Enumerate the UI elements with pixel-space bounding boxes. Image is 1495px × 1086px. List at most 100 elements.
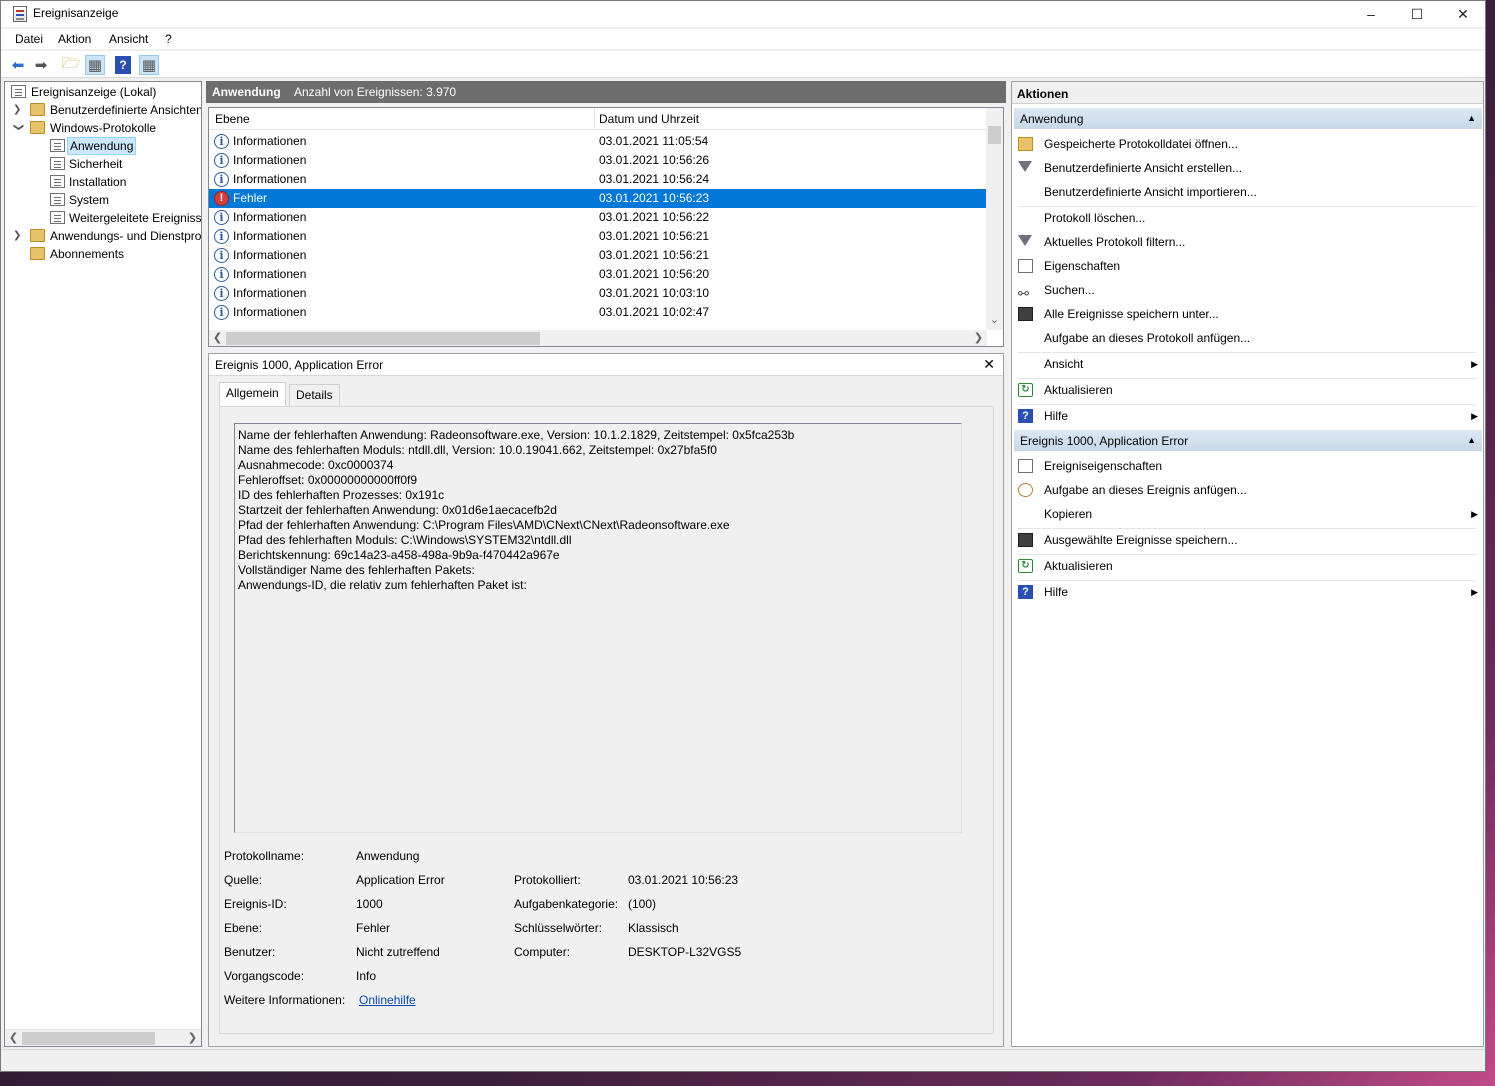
collapse-icon[interactable]: ▲ xyxy=(1467,113,1476,123)
event-row[interactable]: ! Fehler 03.01.2021 10:56:23 xyxy=(209,189,987,208)
refresh-icon: ↻ xyxy=(1018,559,1033,573)
event-datetime: 03.01.2021 10:03:10 xyxy=(599,286,710,300)
tab-allgemein[interactable]: Allgemein xyxy=(219,382,286,406)
column-datetime[interactable]: Datum und Uhrzeit xyxy=(599,112,699,126)
action-item[interactable]: ↻ Aktualisieren xyxy=(1018,379,1480,401)
action-item[interactable]: Kopieren ▶ xyxy=(1018,503,1480,525)
tree-item-windows-logs[interactable]: ❯ Windows-Protokolle xyxy=(5,119,201,137)
save-icon xyxy=(1018,307,1033,321)
event-datetime: 03.01.2021 10:56:20 xyxy=(599,267,710,281)
tree-item-system[interactable]: System xyxy=(5,191,201,209)
event-row[interactable]: i Informationen 03.01.2021 10:56:21 xyxy=(209,246,987,265)
value-level: Fehler xyxy=(356,921,391,935)
action-item[interactable]: Ausgewählte Ereignisse speichern... xyxy=(1018,529,1480,551)
tree-item-app-service-logs[interactable]: ❯ Anwendungs- und Dienstprotokolle xyxy=(5,227,201,245)
tree-item-anwendung[interactable]: Anwendung xyxy=(5,137,201,155)
action-item[interactable]: Aufgabe an dieses Ereignis anfügen... xyxy=(1018,479,1480,501)
event-row[interactable]: i Informationen 03.01.2021 10:56:22 xyxy=(209,208,987,227)
actions-section-header[interactable]: Ereignis 1000, Application Error ▲ xyxy=(1014,430,1482,451)
navigation-tree: Ereignisanzeige (Lokal) ❯ Benutzerdefini… xyxy=(4,81,202,1047)
collapse-icon[interactable]: ▲ xyxy=(1467,435,1476,445)
event-level: Informationen xyxy=(233,229,307,243)
minimize-button[interactable]: – xyxy=(1348,1,1394,27)
event-row[interactable]: i Informationen 03.01.2021 10:56:26 xyxy=(209,151,987,170)
tree-item-sicherheit[interactable]: Sicherheit xyxy=(5,155,201,173)
action-item[interactable]: ⚯ Suchen... xyxy=(1018,279,1480,301)
expand-icon[interactable]: ❯ xyxy=(13,227,23,245)
action-item[interactable]: ? Hilfe ▶ xyxy=(1018,405,1480,427)
show-hide-tree-icon[interactable]: ▦ xyxy=(85,55,105,75)
event-viewer-window: Ereignisanzeige – ☐ ✕ Datei Aktion Ansic… xyxy=(0,0,1486,1072)
close-detail-icon[interactable]: ✕ xyxy=(983,356,995,373)
detail-header: Ereignis 1000, Application Error ✕ xyxy=(209,354,1003,376)
help-icon[interactable]: ? xyxy=(115,56,131,74)
scroll-left-icon[interactable]: ❮ xyxy=(209,330,226,346)
menu-datei[interactable]: Datei xyxy=(15,32,43,46)
up-folder-icon[interactable]: 🗁 xyxy=(61,55,81,75)
tree-item-subscriptions[interactable]: Abonnements xyxy=(5,245,201,263)
actions-section-header[interactable]: Anwendung ▲ xyxy=(1014,108,1482,129)
event-row[interactable]: i Informationen 03.01.2021 10:56:21 xyxy=(209,227,987,246)
forward-arrow-icon[interactable]: ➡ xyxy=(31,55,51,75)
event-row[interactable]: i Informationen 03.01.2021 10:56:24 xyxy=(209,170,987,189)
tree-horizontal-scrollbar[interactable]: ❮ ❯ xyxy=(5,1029,201,1046)
description-line: ID des fehlerhaften Prozesses: 0x191c xyxy=(238,488,445,502)
scroll-thumb[interactable] xyxy=(22,1032,155,1045)
action-item[interactable]: ↻ Aktualisieren xyxy=(1018,555,1480,577)
tree-item-installation[interactable]: Installation xyxy=(5,173,201,191)
action-item[interactable]: ? Hilfe ▶ xyxy=(1018,581,1480,603)
expand-icon[interactable]: ❯ xyxy=(13,101,23,119)
event-row[interactable]: i Informationen 03.01.2021 10:56:20 xyxy=(209,265,987,284)
action-item[interactable]: Protokoll löschen... xyxy=(1018,207,1480,229)
collapse-icon[interactable]: ❯ xyxy=(9,123,27,133)
action-item[interactable]: Ereigniseigenschaften xyxy=(1018,455,1480,477)
scroll-thumb[interactable] xyxy=(226,332,540,345)
scroll-right-icon[interactable]: ❯ xyxy=(184,1030,201,1046)
online-help-link[interactable]: Onlinehilfe xyxy=(359,993,416,1007)
action-label: Aufgabe an dieses Ereignis anfügen... xyxy=(1044,483,1247,497)
event-row[interactable]: i Informationen 03.01.2021 10:02:47 xyxy=(209,303,987,322)
value-opcode: Info xyxy=(356,969,377,983)
tree-item-forwarded-events[interactable]: Weitergeleitete Ereignisse xyxy=(5,209,201,227)
action-label: Ansicht xyxy=(1044,357,1084,371)
menu-help[interactable]: ? xyxy=(165,32,172,46)
maximize-button[interactable]: ☐ xyxy=(1394,1,1440,27)
menu-ansicht[interactable]: Ansicht xyxy=(109,32,148,46)
back-arrow-icon[interactable]: ⬅ xyxy=(8,55,28,75)
properties-icon xyxy=(1018,259,1033,273)
event-row[interactable]: i Informationen 03.01.2021 10:03:10 xyxy=(209,284,987,303)
events-horizontal-scrollbar[interactable]: ❮ ❯ xyxy=(209,330,987,346)
action-item[interactable]: Benutzerdefinierte Ansicht erstellen... xyxy=(1018,157,1480,179)
label-opcode: Vorgangscode: xyxy=(224,969,305,983)
event-row[interactable]: i Informationen 03.01.2021 11:05:54 xyxy=(209,132,987,151)
tree-item-custom-views[interactable]: ❯ Benutzerdefinierte Ansichten xyxy=(5,101,201,119)
action-item[interactable]: Benutzerdefinierte Ansicht importieren..… xyxy=(1018,181,1480,203)
column-level[interactable]: Ebene xyxy=(215,112,250,126)
scroll-left-icon[interactable]: ❮ xyxy=(5,1030,22,1046)
show-action-pane-icon[interactable]: ▦ xyxy=(139,55,159,75)
filter-icon xyxy=(1018,161,1032,172)
menu-aktion[interactable]: Aktion xyxy=(58,32,91,46)
action-item[interactable]: Aktuelles Protokoll filtern... xyxy=(1018,231,1480,253)
close-window-button[interactable]: ✕ xyxy=(1440,1,1485,27)
label-keywords: Schlüsselwörter: xyxy=(514,921,603,935)
action-item[interactable]: Ansicht ▶ xyxy=(1018,353,1480,375)
section-title: Ereignis 1000, Application Error xyxy=(1020,434,1189,448)
event-description[interactable]: Name der fehlerhaften Anwendung: Radeons… xyxy=(234,423,962,833)
column-separator[interactable] xyxy=(594,108,595,130)
events-vertical-scrollbar[interactable]: ⌄ xyxy=(986,108,1003,330)
event-datetime: 03.01.2021 10:56:26 xyxy=(599,153,710,167)
tree-item-root[interactable]: Ereignisanzeige (Lokal) xyxy=(5,83,201,101)
event-level: Fehler xyxy=(233,191,268,205)
info-icon: i xyxy=(214,134,229,149)
action-item[interactable]: Eigenschaften xyxy=(1018,255,1480,277)
action-item[interactable]: Alle Ereignisse speichern unter... xyxy=(1018,303,1480,325)
info-icon: i xyxy=(214,248,229,263)
scroll-down-icon[interactable]: ⌄ xyxy=(986,312,1003,329)
actions-header: Aktionen xyxy=(1012,82,1483,104)
scroll-right-icon[interactable]: ❯ xyxy=(970,330,987,346)
action-item[interactable]: Gespeicherte Protokolldatei öffnen... xyxy=(1018,133,1480,155)
action-item[interactable]: Aufgabe an dieses Protokoll anfügen... xyxy=(1018,327,1480,349)
scroll-thumb[interactable] xyxy=(988,126,1001,144)
tab-details[interactable]: Details xyxy=(289,384,340,406)
